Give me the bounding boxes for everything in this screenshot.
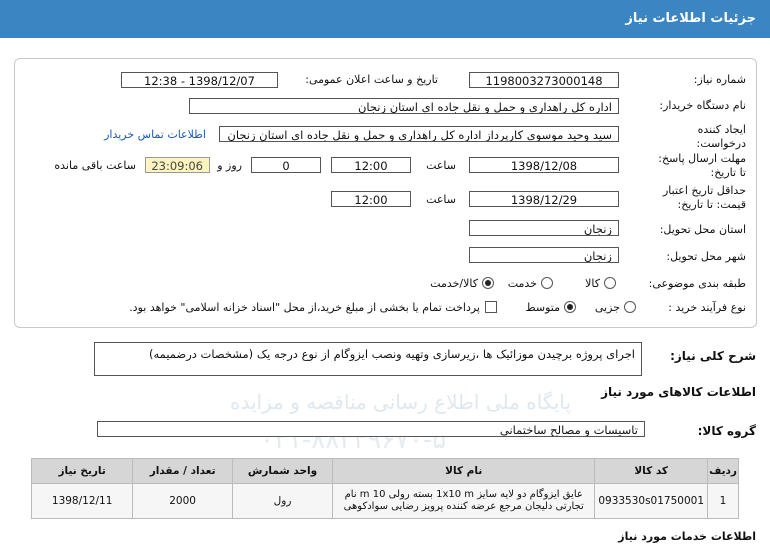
summary-label: شرح کلی نیاز: xyxy=(670,349,756,363)
need-number-field[interactable]: 1198003273000148 xyxy=(469,72,619,88)
remaining-time-field: 23:09:06 xyxy=(145,157,210,173)
col-date-header: تاریخ نیاز xyxy=(30,458,134,484)
col-unit-header: واحد شمارش xyxy=(231,458,334,484)
buyer-contact-link[interactable]: اطلاعات تماس خریدار xyxy=(104,128,206,141)
creator-label-line1: ایجاد کننده xyxy=(697,123,746,136)
deadline-date-field[interactable]: 1398/12/08 xyxy=(469,157,619,173)
page-header: جزئیات اطلاعات نیاز xyxy=(0,0,770,38)
cell-date: 1398/12/11 xyxy=(30,483,134,519)
deadline-time-field[interactable]: 12:00 xyxy=(331,157,411,173)
process-option-medium: متوسط xyxy=(525,301,560,314)
need-details-panel: شماره نیاز: 1198003273000148 تاریخ و ساع… xyxy=(14,58,757,328)
city-label: شهر محل تحویل: xyxy=(666,250,746,263)
need-number-label: شماره نیاز: xyxy=(693,73,746,86)
page-title: جزئیات اطلاعات نیاز xyxy=(625,11,756,26)
services-section-title: اطلاعات خدمات مورد نیاز xyxy=(618,530,756,543)
announce-label: تاریخ و ساعت اعلان عمومی: xyxy=(305,73,438,86)
validity-time-label: ساعت xyxy=(426,193,456,206)
treasury-payment-note: پرداخت تمام یا بخشی از مبلغ خرید،از محل … xyxy=(129,301,480,314)
cell-row: 1 xyxy=(707,483,739,519)
category-radio-service[interactable] xyxy=(541,277,553,289)
remaining-label: ساعت باقی مانده xyxy=(54,159,136,172)
days-field[interactable]: 0 xyxy=(251,157,321,173)
goods-table: ردیف کد کالا نام کالا واحد شمارش تعداد /… xyxy=(30,458,739,519)
process-option-minor: جزیی xyxy=(594,301,620,314)
announce-field[interactable]: 1398/12/07 - 12:38 xyxy=(121,72,278,88)
deadline-time-label: ساعت xyxy=(426,159,456,172)
category-radio-goods-service[interactable] xyxy=(482,277,494,289)
validity-date-field[interactable]: 1398/12/29 xyxy=(469,191,619,207)
days-label: روز و xyxy=(217,159,242,172)
category-option-goods: کالا xyxy=(585,277,600,290)
buyer-label: نام دستگاه خریدار: xyxy=(659,99,746,112)
category-option-service: خدمت xyxy=(507,277,537,290)
treasury-payment-checkbox[interactable] xyxy=(485,301,497,313)
deadline-label-line1: مهلت ارسال پاسخ: xyxy=(658,152,746,165)
process-label: نوع فرآیند خرید : xyxy=(668,301,746,314)
cell-unit: رول xyxy=(231,483,334,519)
col-name-header: نام کالا xyxy=(332,458,596,484)
goods-table-header: ردیف کد کالا نام کالا واحد شمارش تعداد /… xyxy=(30,458,739,484)
process-radio-minor[interactable] xyxy=(624,301,636,313)
goods-group-label: گروه کالا: xyxy=(697,424,756,438)
summary-field[interactable]: اجرای پروژه برچیدن موزائیک ها ،زیرسازی و… xyxy=(94,342,642,376)
goods-section-title: اطلاعات کالاهای مورد نیاز xyxy=(601,385,756,399)
category-radio-goods[interactable] xyxy=(604,277,616,289)
validity-label-line2: قیمت: تا تاریخ: xyxy=(677,198,746,211)
watermark-text: پایگاه ملی اطلاع رسانی مناقصه و مزایده xyxy=(230,390,572,414)
process-radio-medium[interactable] xyxy=(564,301,576,313)
cell-name: عایق ایزوگام دو لایه سایز 1x10 m بسته رو… xyxy=(332,483,596,519)
province-label: استان محل تحویل: xyxy=(659,223,746,236)
deadline-label-line2: تا تاریخ: xyxy=(710,166,746,179)
cell-code: 0933530s01750001 xyxy=(594,483,709,519)
validity-time-field[interactable]: 12:00 xyxy=(331,191,411,207)
category-option-goods-service: کالا/خدمت xyxy=(430,277,478,290)
goods-group-field[interactable]: تاسیسات و مصالح ساختمانی xyxy=(97,421,645,437)
creator-label-line2: درخواست: xyxy=(696,137,746,150)
col-row-header: ردیف xyxy=(707,458,739,484)
validity-label-line1: حداقل تاریخ اعتبار xyxy=(662,184,746,197)
cell-qty: 2000 xyxy=(132,483,233,519)
buyer-field[interactable]: اداره کل راهداری و حمل و نقل جاده ای است… xyxy=(189,98,619,114)
province-field[interactable]: زنجان xyxy=(469,220,619,236)
col-qty-header: تعداد / مقدار xyxy=(132,458,233,484)
category-label: طبقه بندی موضوعی: xyxy=(648,277,746,290)
creator-field[interactable]: سید وحید موسوی کارپرداز اداره کل راهداری… xyxy=(219,126,619,142)
col-code-header: کد کالا xyxy=(594,458,709,484)
table-row: 1 0933530s01750001 عایق ایزوگام دو لایه … xyxy=(30,483,739,519)
city-field[interactable]: زنجان xyxy=(469,247,619,263)
